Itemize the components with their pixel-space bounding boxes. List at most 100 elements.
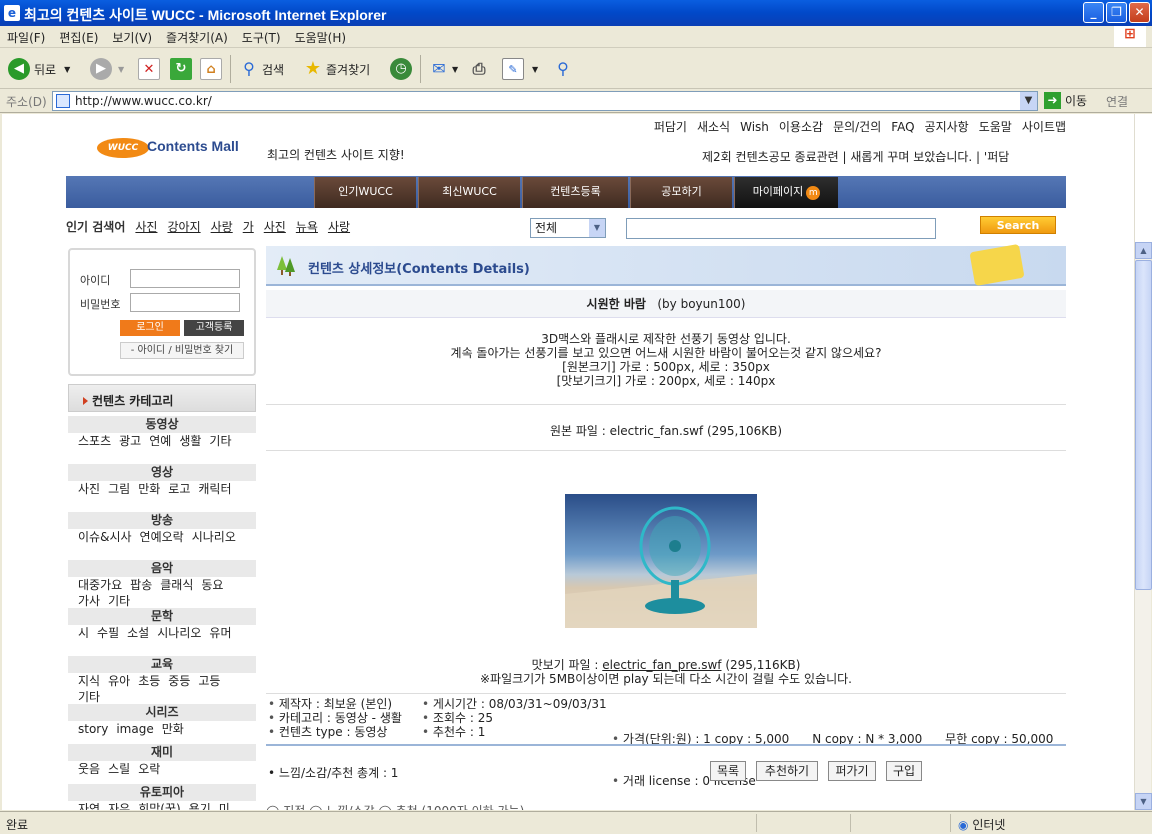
category-item[interactable]: 클래식 [160, 578, 193, 592]
links-label[interactable]: 연결 [1106, 93, 1128, 110]
id-input[interactable] [130, 269, 240, 288]
history-button[interactable]: ◷ [390, 55, 412, 83]
print-button[interactable]: ⎙ [468, 55, 490, 83]
menu-help[interactable]: 도움말(H) [288, 26, 354, 46]
top-link[interactable]: FAQ [891, 120, 914, 134]
nav-popular[interactable]: 인기WUCC [314, 177, 416, 208]
category-name[interactable]: 음악 [68, 560, 256, 577]
top-link[interactable]: 문의/건의 [833, 120, 881, 134]
category-item[interactable]: 광고 [119, 434, 141, 448]
site-search-input[interactable] [626, 218, 936, 239]
category-item[interactable]: 용기 [189, 802, 211, 810]
category-item[interactable]: 캐릭터 [198, 482, 231, 496]
scroll-thumb[interactable] [1135, 260, 1152, 590]
category-item[interactable]: 로고 [168, 482, 190, 496]
top-link[interactable]: 퍼담기 [654, 120, 687, 134]
category-item[interactable]: 가사 [78, 594, 100, 608]
nav-contest[interactable]: 공모하기 [630, 177, 732, 208]
edit-button[interactable]: ✎ ▼ [502, 55, 538, 83]
popular-keyword[interactable]: 사랑 [211, 220, 233, 234]
favorites-button[interactable]: ★ 즐겨찾기 [302, 55, 370, 83]
refresh-button[interactable]: ↻ [170, 55, 192, 83]
top-link[interactable]: 사이트맵 [1022, 120, 1066, 134]
category-name[interactable]: 유토피아 [68, 784, 256, 801]
category-item[interactable]: 고등 [198, 674, 220, 688]
nav-latest[interactable]: 최신WUCC [418, 177, 520, 208]
nav-mypage[interactable]: 마이페이지 m [734, 177, 838, 208]
comment-row[interactable]: ◯ 지정 ◯ 느낌/소감 ◯ 추천 (1000자 이하 가능) [266, 802, 1066, 810]
menu-favorites[interactable]: 즐겨찾기(A) [159, 26, 235, 46]
category-name[interactable]: 영상 [68, 464, 256, 481]
category-name[interactable]: 시리즈 [68, 704, 256, 721]
site-search-button[interactable]: Search [980, 216, 1056, 234]
category-item[interactable]: 생활 [179, 434, 201, 448]
category-item[interactable]: image [116, 722, 153, 736]
category-item[interactable]: 자유 [108, 802, 130, 810]
popular-keyword[interactable]: 가 [243, 220, 254, 234]
nav-register[interactable]: 컨텐츠등록 [522, 177, 628, 208]
top-link[interactable]: 새소식 [697, 120, 730, 134]
category-item[interactable]: 시나리오 [192, 530, 236, 544]
mail-button[interactable]: ✉ ▼ [428, 55, 458, 83]
category-item[interactable]: 기타 [78, 690, 100, 704]
menu-view[interactable]: 보기(V) [105, 26, 159, 46]
login-button[interactable]: 로그인 [120, 320, 180, 336]
category-item[interactable]: 소설 [127, 626, 149, 640]
category-item[interactable]: story [78, 722, 108, 736]
category-item[interactable]: 스릴 [108, 762, 130, 776]
search-button[interactable]: ⚲ 검색 [238, 55, 284, 83]
close-button[interactable]: ✕ [1129, 2, 1150, 23]
category-item[interactable]: 희망(꿈) [138, 802, 180, 810]
back-button[interactable]: ◀ 뒤로 ▼ [8, 55, 70, 83]
category-item[interactable]: 연예 [149, 434, 171, 448]
preview-file-link[interactable]: electric_fan_pre.swf [602, 658, 721, 672]
top-link[interactable]: 공지사항 [925, 120, 969, 134]
popular-keyword[interactable]: 뉴욕 [296, 220, 318, 234]
category-item[interactable]: 지식 [78, 674, 100, 688]
category-item[interactable]: 미 [219, 802, 230, 810]
category-name[interactable]: 재미 [68, 744, 256, 761]
category-item[interactable]: 시 [78, 626, 89, 640]
menu-edit[interactable]: 편집(E) [52, 26, 105, 46]
category-item[interactable]: 중등 [168, 674, 190, 688]
search-category-select[interactable]: 전체 ▼ [530, 218, 606, 238]
maximize-button[interactable]: ❐ [1106, 2, 1127, 23]
go-button[interactable]: ➜ 이동 [1044, 92, 1087, 109]
category-item[interactable]: 오락 [138, 762, 160, 776]
category-item[interactable]: 스포츠 [78, 434, 111, 448]
category-item[interactable]: 연예오락 [140, 530, 184, 544]
category-name[interactable]: 문학 [68, 608, 256, 625]
site-logo[interactable]: WUCC Contents Mall [97, 132, 247, 162]
chevron-down-icon[interactable]: ▼ [1020, 92, 1037, 110]
buy-button[interactable]: 구입 [886, 761, 922, 781]
recommend-button[interactable]: 추천하기 [756, 761, 818, 781]
preview-image[interactable] [565, 494, 757, 628]
category-item[interactable]: 팝송 [130, 578, 152, 592]
category-item[interactable]: 기타 [209, 434, 231, 448]
pw-input[interactable] [130, 293, 240, 312]
top-link[interactable]: Wish [740, 120, 769, 134]
menu-file[interactable]: 파일(F) [0, 26, 52, 46]
popular-keyword[interactable]: 사진 [135, 220, 157, 234]
category-item[interactable]: 웃음 [78, 762, 100, 776]
forward-button[interactable]: ▶ ▼ [90, 55, 124, 83]
popular-keyword[interactable]: 강아지 [167, 220, 200, 234]
menu-tools[interactable]: 도구(T) [235, 26, 288, 46]
category-item[interactable]: 동요 [201, 578, 223, 592]
home-button[interactable]: ⌂ [200, 55, 222, 83]
notice-ticker[interactable]: 제2회 컨텐츠공모 종료관련 | 새롭게 꾸며 보았습니다. | '퍼담 [702, 148, 1009, 165]
popular-keyword[interactable]: 사진 [264, 220, 286, 234]
stop-button[interactable]: ✕ [138, 55, 160, 83]
vertical-scrollbar[interactable]: ▲ ▼ [1134, 114, 1152, 810]
category-name[interactable]: 방송 [68, 512, 256, 529]
find-account-button[interactable]: - 아이디 / 비밀번호 찾기 [120, 342, 244, 359]
category-item[interactable]: 수필 [97, 626, 119, 640]
minimize-button[interactable]: _ [1083, 2, 1104, 23]
scroll-down-button[interactable]: ▼ [1135, 793, 1152, 810]
category-item[interactable]: 초등 [138, 674, 160, 688]
top-link[interactable]: 도움말 [979, 120, 1012, 134]
address-input[interactable]: http://www.wucc.co.kr/ ▼ [52, 91, 1038, 111]
register-button[interactable]: 고객등록 [184, 320, 244, 336]
category-item[interactable]: 시나리오 [157, 626, 201, 640]
list-button[interactable]: 목록 [710, 761, 746, 781]
